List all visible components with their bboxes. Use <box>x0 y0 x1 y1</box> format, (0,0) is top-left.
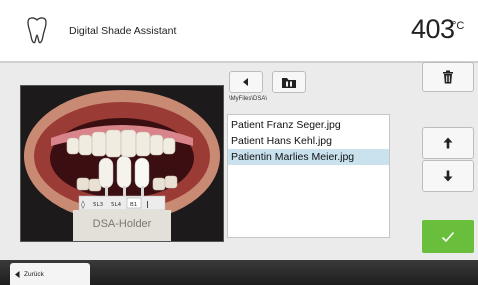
image-preview: ◊ 5L3 5L4 B1 I DSA-Holder <box>20 85 224 242</box>
current-path: \MyFiles\DSA\ <box>229 96 268 102</box>
arrow-up-icon <box>443 137 453 149</box>
triangle-left-icon <box>243 78 248 86</box>
trash-icon <box>443 70 453 84</box>
file-list[interactable]: Patient Franz Seger.jpg Patient Hans Keh… <box>227 114 390 238</box>
tooth-icon <box>27 17 47 44</box>
app-title: Digital Shade Assistant <box>69 25 177 37</box>
main-panel: ◊ 5L3 5L4 B1 I DSA-Holder \MyFiles\DSA\ … <box>0 62 478 260</box>
back-button-label: Zurück <box>24 270 44 278</box>
svg-text:◊: ◊ <box>81 200 85 209</box>
back-button[interactable]: Zurück <box>10 263 90 285</box>
file-list-item[interactable]: Patient Hans Kehl.jpg <box>228 133 389 149</box>
footer-bar: Zurück <box>0 260 478 285</box>
move-down-button[interactable] <box>422 160 474 192</box>
holder-label: DSA-Holder <box>93 218 152 230</box>
shade-tab-label-1: 5L3 <box>93 202 104 208</box>
delete-button[interactable] <box>422 62 474 92</box>
svg-text:I: I <box>146 200 149 211</box>
header-bar: Digital Shade Assistant 403 °C <box>0 0 478 63</box>
checkmark-icon <box>441 231 455 242</box>
folder-back-button[interactable] <box>229 71 263 93</box>
folder-icon <box>282 78 296 88</box>
arrow-down-icon <box>443 170 453 182</box>
move-up-button[interactable] <box>422 127 474 159</box>
temperature-unit: °C <box>452 20 465 32</box>
confirm-button[interactable] <box>422 220 474 253</box>
dental-photo: ◊ 5L3 5L4 B1 I DSA-Holder <box>21 86 223 241</box>
temperature-value: 403 <box>411 14 455 44</box>
file-list-item-selected[interactable]: Patientin Marlies Meier.jpg <box>228 149 389 165</box>
shade-tab-label-2: 5L4 <box>111 202 122 208</box>
triangle-left-icon <box>15 270 20 278</box>
shade-tab-label-3: B1 <box>130 202 137 208</box>
file-list-item[interactable]: Patient Franz Seger.jpg <box>228 117 389 133</box>
open-folder-button[interactable] <box>272 71 306 93</box>
